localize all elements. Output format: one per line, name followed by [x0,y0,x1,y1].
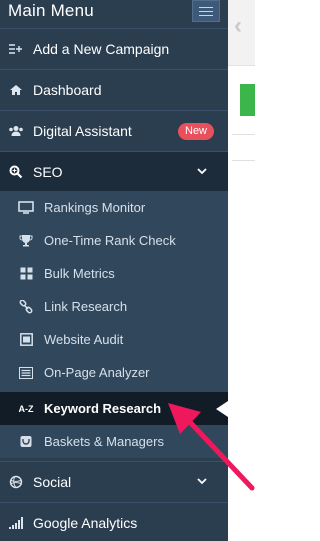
sidebar-item-add-campaign[interactable]: Add a New Campaign [0,28,228,69]
submenu-item-keyword-research[interactable]: A-Z Keyword Research [0,392,228,425]
hamburger-menu-icon[interactable] [192,0,220,22]
submenu-item-label: Keyword Research [44,401,162,416]
menu-header: Main Menu [0,0,228,28]
green-action-button[interactable] [240,84,255,116]
sidebar-item-seo[interactable]: SEO [0,151,228,192]
submenu-item-website-audit[interactable]: Website Audit [0,323,228,356]
submenu-item-label: Website Audit [44,332,124,347]
submenu-item-label: On-Page Analyzer [44,365,150,380]
divider [232,160,255,161]
add-list-icon [0,43,28,55]
audit-icon [16,333,36,346]
signal-bars-icon [0,517,28,529]
list-icon [16,366,36,379]
submenu-item-label: Baskets & Managers [44,434,164,449]
new-badge: New [178,123,215,140]
sidebar-item-label: SEO [33,164,63,180]
submenu-item-baskets-managers[interactable]: Baskets & Managers [0,425,228,458]
active-indicator [216,401,228,417]
submenu-item-label: Bulk Metrics [44,266,115,281]
search-icon [0,165,28,179]
top-bar: ‹ [228,0,255,66]
chevron-down-icon [197,478,207,485]
submenu-item-one-time-rank-check[interactable]: One-Time Rank Check [0,224,228,257]
sidebar-item-social[interactable]: Social [0,461,228,502]
sidebar-item-label: Social [33,474,72,490]
main-content-area: ‹ [228,0,255,541]
submenu-item-label: One-Time Rank Check [44,233,176,248]
sidebar-item-label: Google Analytics [33,515,138,531]
globe-icon [0,475,28,489]
sidebar-item-google-analytics[interactable]: Google Analytics [0,502,228,541]
az-icon: A-Z [18,403,34,414]
grid-icon [16,267,36,280]
menu-title: Main Menu [8,1,94,20]
submenu-item-link-research[interactable]: Link Research [0,290,228,323]
sidebar-item-label: Dashboard [33,82,102,98]
submenu-item-rankings-monitor[interactable]: Rankings Monitor [0,191,228,224]
sidebar-item-label: Add a New Campaign [33,41,170,57]
sidebar-item-label: Digital Assistant [33,123,132,139]
collapse-chevron-icon[interactable]: ‹ [234,14,242,38]
submenu-item-label: Rankings Monitor [44,200,146,215]
submenu-item-label: Link Research [44,299,128,314]
basket-icon [16,435,36,448]
users-icon [0,125,28,137]
monitor-icon [16,201,36,214]
home-icon [0,84,28,96]
sidebar: Main Menu Add a New Campaign Dashboard D… [0,0,228,541]
chevron-down-icon [197,168,207,175]
sidebar-item-digital-assistant[interactable]: Digital Assistant New [0,110,228,151]
divider [232,134,255,135]
submenu-item-on-page-analyzer[interactable]: On-Page Analyzer [0,356,228,389]
submenu-item-bulk-metrics[interactable]: Bulk Metrics [0,257,228,290]
sidebar-item-dashboard[interactable]: Dashboard [0,69,228,110]
trophy-icon [16,234,36,247]
link-icon [16,299,36,314]
